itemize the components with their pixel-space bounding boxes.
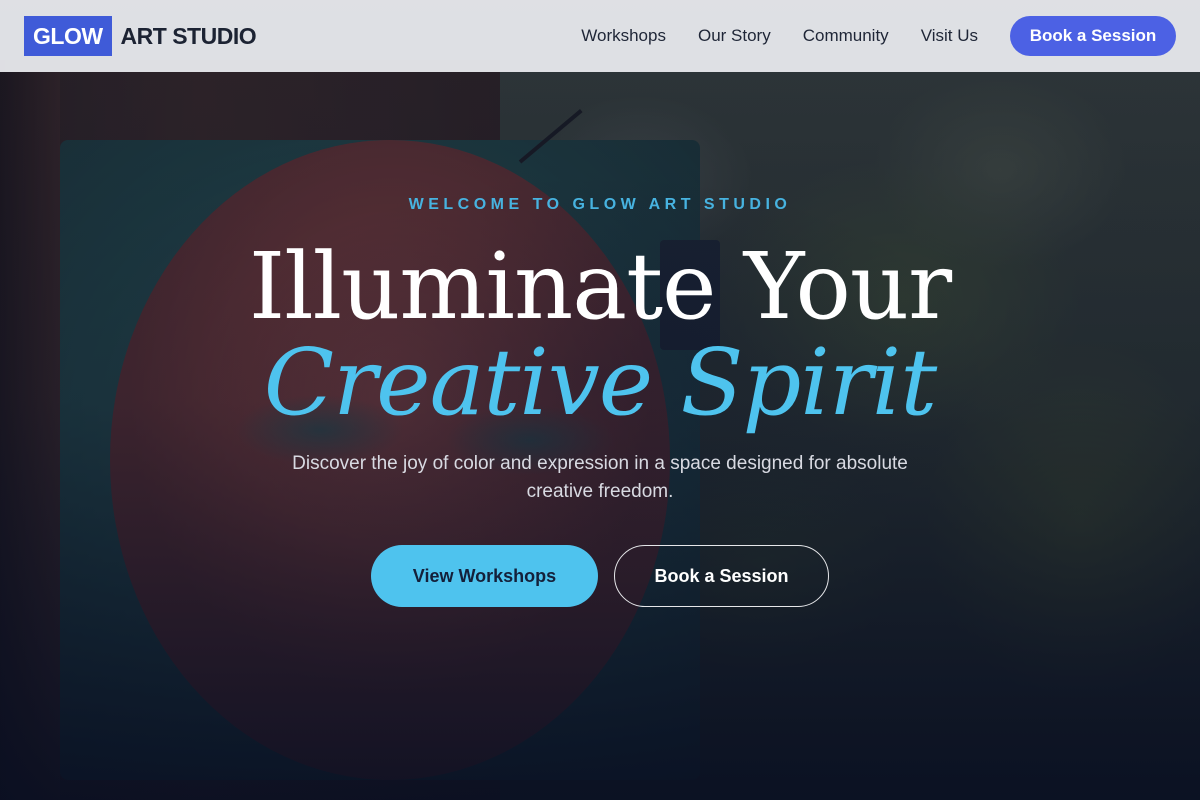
hero-actions: View Workshops Book a Session bbox=[0, 545, 1200, 607]
main-nav: Workshops Our Story Community Visit Us B… bbox=[581, 16, 1176, 56]
hero-title-line-2: Creative Spirit bbox=[263, 329, 937, 436]
nav-link-visit-us[interactable]: Visit Us bbox=[921, 26, 978, 46]
hero-title-line-1: Illuminate Your bbox=[248, 233, 952, 340]
header-book-session-button[interactable]: Book a Session bbox=[1010, 16, 1176, 56]
site-header: GLOW ART STUDIO Workshops Our Story Comm… bbox=[0, 0, 1200, 72]
logo-text: ART STUDIO bbox=[120, 22, 257, 49]
hero-eyebrow: WELCOME TO GLOW ART STUDIO bbox=[408, 196, 792, 213]
nav-link-workshops[interactable]: Workshops bbox=[581, 26, 666, 46]
logo-mark: GLOW bbox=[24, 16, 112, 56]
site-logo[interactable]: GLOW ART STUDIO bbox=[24, 16, 257, 56]
view-workshops-button[interactable]: View Workshops bbox=[371, 545, 598, 607]
hero-section: WELCOME TO GLOW ART STUDIO Illuminate Yo… bbox=[0, 72, 1200, 800]
nav-link-our-story[interactable]: Our Story bbox=[698, 26, 771, 46]
hero-subtitle: Discover the joy of color and expression… bbox=[292, 453, 908, 502]
nav-link-community[interactable]: Community bbox=[803, 26, 889, 46]
hero-book-session-button[interactable]: Book a Session bbox=[614, 545, 829, 607]
